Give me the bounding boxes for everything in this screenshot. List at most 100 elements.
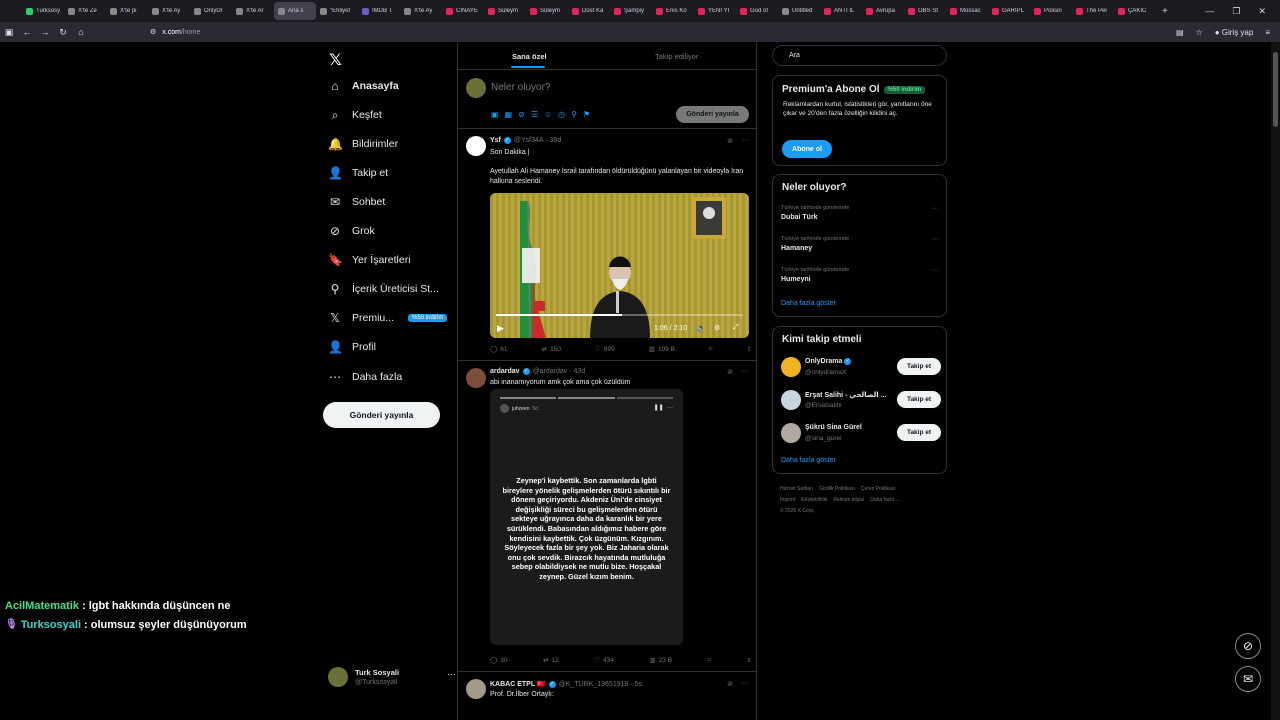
trend-item[interactable]: Türkiye tarihinde gündemde Dubai Türk ··· <box>781 205 941 221</box>
more-icon[interactable]: ··· <box>742 137 749 145</box>
trend-item[interactable]: Türkiye tarihinde gündemde Hamaney ··· <box>781 236 941 252</box>
bookmark-star-icon[interactable]: ☆ <box>1196 28 1203 37</box>
browser-tab[interactable]: X'te Ay <box>400 2 442 20</box>
browser-tab[interactable]: OBS St <box>904 2 946 20</box>
tweet[interactable]: KABAC ETPL 🇹🇷 ✓ @K_TURK_19651919 · 5s ⊘ … <box>458 673 756 720</box>
close-window-icon[interactable]: ✕ <box>1258 6 1266 17</box>
browser-tab[interactable]: Turksosyali <box>22 2 64 20</box>
back-icon[interactable]: ← <box>18 27 36 37</box>
browser-tab[interactable]: Süleym <box>526 2 568 20</box>
sidebar-item-6[interactable]: 🔖 Yer İşaretleri <box>328 249 411 271</box>
x-logo-icon[interactable]: 𝕏 <box>329 50 342 70</box>
browser-tab[interactable]: X'te Ar <box>232 2 274 20</box>
play-icon[interactable]: ▶ <box>497 323 504 334</box>
sidebar-toggle-icon[interactable]: ▣ <box>0 27 18 38</box>
tweet[interactable]: ardardav ✓ @ardardav · 43d ⊘ ··· abi ina… <box>458 362 756 672</box>
reply-button[interactable]: ◯ 30 <box>490 656 508 665</box>
browser-tab[interactable]: IMDB T <box>358 2 400 20</box>
trend-item[interactable]: Türkiye tarihinde gündemde Humeyni ··· <box>781 267 941 283</box>
bookmark-button[interactable]: ⌑ <box>708 656 711 664</box>
browser-tab[interactable]: GARIPL <box>988 2 1030 20</box>
gif-icon[interactable]: ▦ <box>505 110 513 119</box>
browser-tab[interactable]: Mossac <box>946 2 988 20</box>
more-icon[interactable]: ··· <box>742 368 749 376</box>
compose-post-button[interactable]: Gönderi yayınla <box>676 106 749 123</box>
scrollbar-thumb[interactable] <box>1273 52 1278 127</box>
new-tab-button[interactable]: + <box>1156 6 1174 17</box>
sidebar-item-7[interactable]: ⚲ İçerik Üreticisi St... <box>328 278 439 300</box>
tab-for-you[interactable]: Sana özel <box>512 52 547 61</box>
fullscreen-icon[interactable]: ⤢ <box>733 324 739 332</box>
more-icon[interactable]: ··· <box>932 236 939 243</box>
reload-icon[interactable]: ↻ <box>54 27 72 38</box>
sidebar-item-9[interactable]: 👤 Profil <box>328 336 376 358</box>
sidebar-item-5[interactable]: ⊘ Grok <box>328 220 375 242</box>
volume-icon[interactable]: 🔈 <box>697 324 706 332</box>
follow-suggestion[interactable]: OnlyDrama ✓ @onlydramaX Takip et <box>781 356 941 380</box>
show-more-link[interactable]: Daha fazla göster <box>781 457 836 464</box>
views-button[interactable]: ▥ 23 B <box>650 656 673 665</box>
browser-tab[interactable]: Şampiy <box>610 2 652 20</box>
account-switcher[interactable]: Turk Sosyali @Turksosyali ··· <box>328 665 456 691</box>
reader-view-icon[interactable]: ▤ <box>1176 28 1184 37</box>
messages-fab-icon[interactable]: ✉ <box>1235 666 1261 692</box>
grok-icon[interactable]: ⊘ <box>518 110 525 119</box>
browser-tab[interactable]: X'te pi <box>106 2 148 20</box>
browser-tab[interactable]: The Pel <box>1072 2 1114 20</box>
browser-tab[interactable]: OnlyDr <box>190 2 232 20</box>
author-name[interactable]: KABAC ETPL 🇹🇷 <box>490 680 546 688</box>
minimize-icon[interactable]: — <box>1205 6 1214 16</box>
avatar[interactable] <box>781 357 801 377</box>
flag-icon[interactable]: ⚑ <box>583 110 590 119</box>
browser-tab[interactable]: ANTI İL <box>820 2 862 20</box>
tab-following[interactable]: Takip ediliyor <box>655 52 698 61</box>
grok-fab-icon[interactable]: ⊘ <box>1235 633 1261 659</box>
home-icon[interactable]: ⌂ <box>72 27 90 37</box>
sidebar-item-10[interactable]: ⋯ Daha fazla <box>328 366 402 388</box>
avatar[interactable] <box>466 368 486 388</box>
browser-tab[interactable]: Dost Ka <box>568 2 610 20</box>
settings-icon[interactable]: ⚙ <box>714 324 720 332</box>
browser-tab[interactable]: X'te Ze <box>64 2 106 20</box>
grok-icon[interactable]: ⊘ <box>727 137 733 145</box>
sidebar-item-1[interactable]: ⌕ Keşfet <box>328 104 382 126</box>
like-button[interactable]: ♡ 899 <box>595 345 615 354</box>
forward-icon[interactable]: → <box>36 27 54 37</box>
browser-tab[interactable]: Untitled <box>778 2 820 20</box>
browser-tab[interactable]: X'te Ay <box>148 2 190 20</box>
image-icon[interactable]: ▣ <box>491 110 499 119</box>
menu-icon[interactable]: ≡ <box>1265 28 1270 37</box>
views-button[interactable]: ▥ 109 B <box>649 345 675 354</box>
browser-tab[interactable]: Polisin <box>1030 2 1072 20</box>
story-screenshot[interactable]: juhzeen 5d ❚❚ ··· Zeynep'i kaybettik. So… <box>490 389 683 645</box>
repost-button[interactable]: ⇄ 150 <box>542 345 561 354</box>
bookmark-button[interactable]: ⌑ <box>709 345 712 353</box>
login-button[interactable]: ● Giriş yap <box>1215 28 1254 37</box>
footer-link[interactable]: Gizlilik Politikası <box>819 486 855 492</box>
sidebar-item-0[interactable]: ⌂ Anasayfa <box>328 75 398 97</box>
like-button[interactable]: ♡ 434 <box>594 656 614 665</box>
footer-link[interactable]: Erişilebilirlik <box>801 497 827 503</box>
follow-suggestion[interactable]: Şükrü Sina Gürel @sina_gurel Takip et <box>781 422 941 446</box>
tweet[interactable]: Ysf ✓ @Ysf34A · 38d ⊘ ··· Son Dakika | A… <box>458 130 756 361</box>
sidebar-item-2[interactable]: 🔔 Bildirimler <box>328 133 398 155</box>
search-input[interactable]: Ara <box>772 45 947 66</box>
browser-tab[interactable]: CINAYE <box>442 2 484 20</box>
browser-tab[interactable]: Ana s <box>274 2 316 20</box>
browser-tab[interactable]: God of <box>736 2 778 20</box>
location-icon[interactable]: ⚲ <box>571 110 577 119</box>
author-name[interactable]: ardardav <box>490 368 520 375</box>
footer-link[interactable]: Daha fazla ... <box>870 497 899 503</box>
footer-link[interactable]: Çerez Politikası <box>861 486 896 492</box>
browser-tab[interactable]: "Ehliyet <box>316 2 358 20</box>
show-more-link[interactable]: Daha fazla göster <box>781 300 836 307</box>
schedule-icon[interactable]: ◷ <box>558 110 565 119</box>
browser-tab[interactable]: Süleym <box>484 2 526 20</box>
url-bar[interactable]: ⚙ x.com/home <box>150 24 1150 40</box>
follow-button[interactable]: Takip et <box>897 391 941 408</box>
site-info-icon[interactable]: ⚙ <box>150 28 156 36</box>
browser-tab[interactable]: Avrupa <box>862 2 904 20</box>
more-icon[interactable]: ··· <box>932 267 939 274</box>
browser-tab[interactable]: Enis Kö <box>652 2 694 20</box>
share-button[interactable]: ⇪ <box>747 656 752 664</box>
